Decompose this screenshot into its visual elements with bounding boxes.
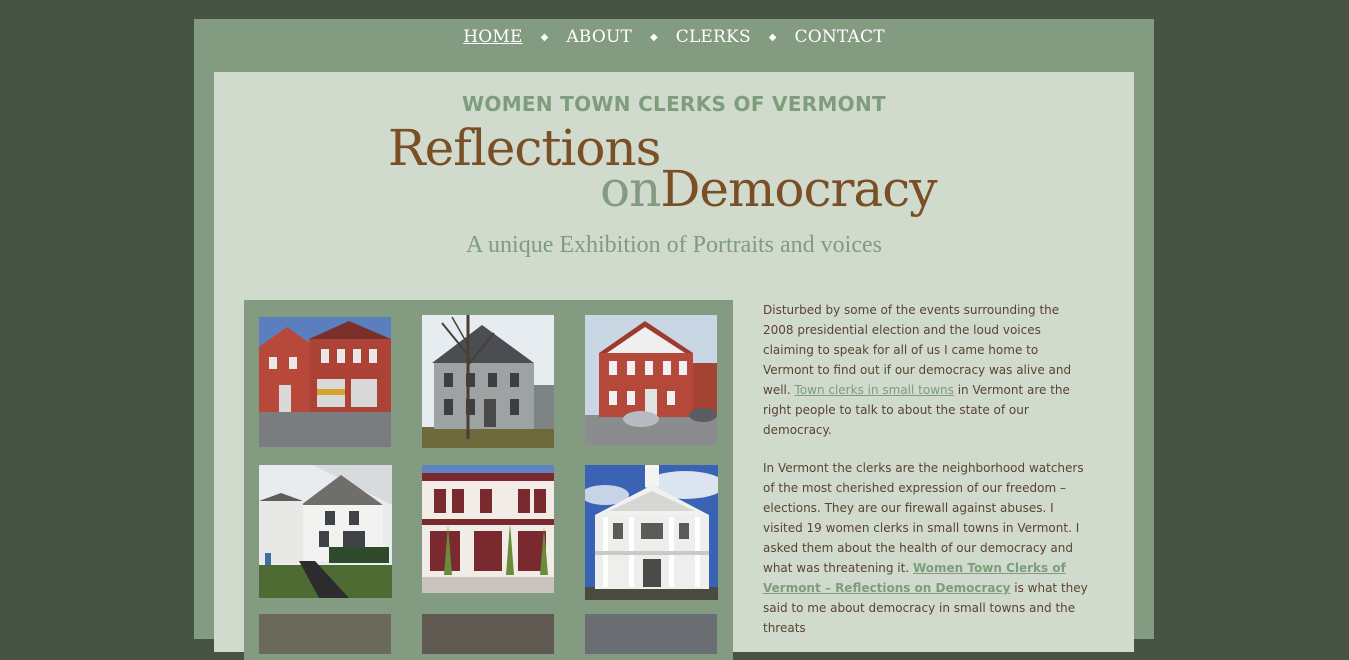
nav-about[interactable]: ABOUT	[566, 27, 632, 47]
p2-text-a: In Vermont the clerks are the neighborho…	[763, 461, 1084, 575]
gallery-photo-white-farmhouse[interactable]	[259, 465, 392, 598]
photo-town-hall-image	[585, 315, 717, 445]
town-clerks-link[interactable]: Town clerks in small towns	[795, 383, 954, 397]
photo-gallery	[244, 300, 733, 660]
content-panel: WOMEN TOWN CLERKS OF VERMONT Reflections…	[214, 72, 1134, 660]
intro-paragraph-2: In Vermont the clerks are the neighborho…	[763, 458, 1088, 638]
gallery-photo-town-hall[interactable]	[585, 315, 717, 445]
nav-separator-icon: ◆	[540, 31, 549, 43]
gallery-photo-storefront[interactable]	[422, 465, 554, 593]
nav-separator-icon: ◆	[650, 31, 658, 43]
title-democracy: Democracy	[660, 160, 937, 218]
intro-text: Disturbed by some of the events surround…	[763, 300, 1088, 656]
nav-separator-icon: ◆	[768, 31, 777, 43]
gallery-photo-gray-house[interactable]	[422, 315, 554, 448]
main-nav: HOME ◆ ABOUT ◆ CLERKS ◆ CONTACT	[194, 25, 1154, 49]
photo-storefront-image	[422, 465, 554, 593]
intro-paragraph-1: Disturbed by some of the events surround…	[763, 300, 1088, 440]
gallery-photo-row3-3[interactable]	[585, 614, 717, 654]
site-kicker: WOMEN TOWN CLERKS OF VERMONT	[462, 92, 886, 116]
title-on: on	[600, 160, 661, 218]
gallery-photo-row3-1[interactable]	[259, 614, 391, 654]
site-frame: HOME ◆ ABOUT ◆ CLERKS ◆ CONTACT WOMEN TO…	[194, 19, 1154, 660]
gallery-photo-meeting-house[interactable]	[585, 465, 718, 600]
nav-clerks[interactable]: CLERKS	[676, 27, 751, 47]
photo-fire-station-image	[259, 317, 391, 447]
photo-meeting-house-image	[585, 465, 718, 600]
nav-home[interactable]: HOME	[463, 27, 522, 47]
title-on-democracy: onDemocracy	[600, 159, 937, 219]
tagline: A unique Exhibition of Portraits and voi…	[466, 232, 882, 258]
gallery-photo-fire-station[interactable]	[259, 317, 391, 447]
photo-white-farmhouse-image	[259, 465, 392, 598]
nav-contact[interactable]: CONTACT	[795, 27, 885, 47]
gallery-photo-row3-2[interactable]	[422, 614, 554, 654]
photo-gray-house-image	[422, 315, 554, 448]
